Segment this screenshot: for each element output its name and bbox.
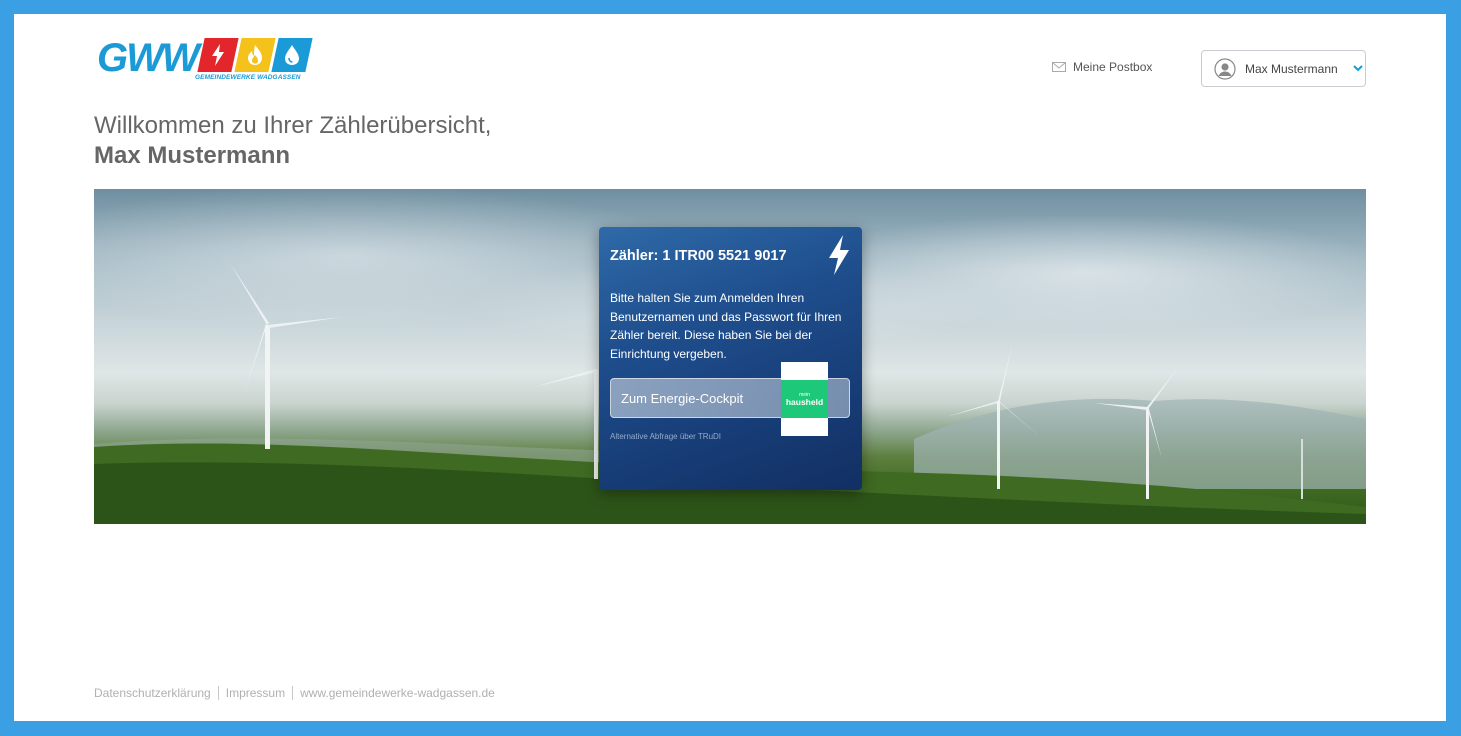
user-name: Max Mustermann: [1245, 61, 1338, 76]
user-avatar-icon: [1214, 57, 1236, 80]
meter-title: Zähler: 1 ITR00 5521 9017: [610, 248, 787, 264]
chevron-down-icon: [1352, 65, 1363, 72]
footer: Datenschutzerklärung Impressum www.gemei…: [94, 686, 495, 700]
privacy-link[interactable]: Datenschutzerklärung: [94, 686, 211, 700]
electricity-icon: [197, 38, 239, 72]
postbox-link[interactable]: Meine Postbox: [1052, 60, 1152, 74]
logo-subtitle: GEMEINDEWERKE WADGASSEN: [195, 74, 301, 81]
gww-logo[interactable]: GWW GEMEINDEWERKE WADGASSEN: [97, 35, 321, 81]
welcome-heading: Willkommen zu Ihrer Zählerübersicht, Max…: [94, 111, 491, 171]
footer-divider: [292, 686, 294, 700]
welcome-user-name: Max Mustermann: [94, 142, 291, 169]
trudi-link[interactable]: Alternative Abfrage über TRuDI: [610, 432, 721, 441]
flame-icon: [234, 38, 276, 72]
meter-card: Zähler: 1 ITR00 5521 9017 Bitte halten S…: [599, 227, 862, 490]
website-link[interactable]: www.gemeindewerke-wadgassen.de: [300, 686, 495, 700]
user-menu-button[interactable]: Max Mustermann: [1201, 50, 1366, 87]
meter-description: Bitte halten Sie zum Anmelden Ihren Benu…: [610, 291, 842, 361]
logo-text: GWW: [97, 36, 200, 80]
postbox-label: Meine Postbox: [1073, 60, 1153, 74]
hausheld-logo-text: hausheld: [785, 396, 824, 407]
page-frame: GWW GEMEINDEWERKE WADGASSEN Meine Postbo…: [14, 14, 1446, 721]
water-drop-icon: [271, 38, 313, 72]
welcome-line: Willkommen zu Ihrer Zählerübersicht,: [94, 112, 492, 139]
footer-divider: [217, 686, 219, 700]
envelope-icon: [1052, 62, 1066, 72]
hausheld-logo: mein hausheld: [781, 380, 828, 418]
lightning-bolt-icon: [829, 235, 849, 275]
logo-tiles: [197, 38, 313, 72]
hero-banner: Zähler: 1 ITR00 5521 9017 Bitte halten S…: [94, 189, 1366, 524]
imprint-link[interactable]: Impressum: [226, 686, 285, 700]
energy-cockpit-label: Zum Energie-Cockpit: [621, 390, 744, 406]
mein-hausheld-badge[interactable]: mein hausheld: [781, 362, 828, 436]
